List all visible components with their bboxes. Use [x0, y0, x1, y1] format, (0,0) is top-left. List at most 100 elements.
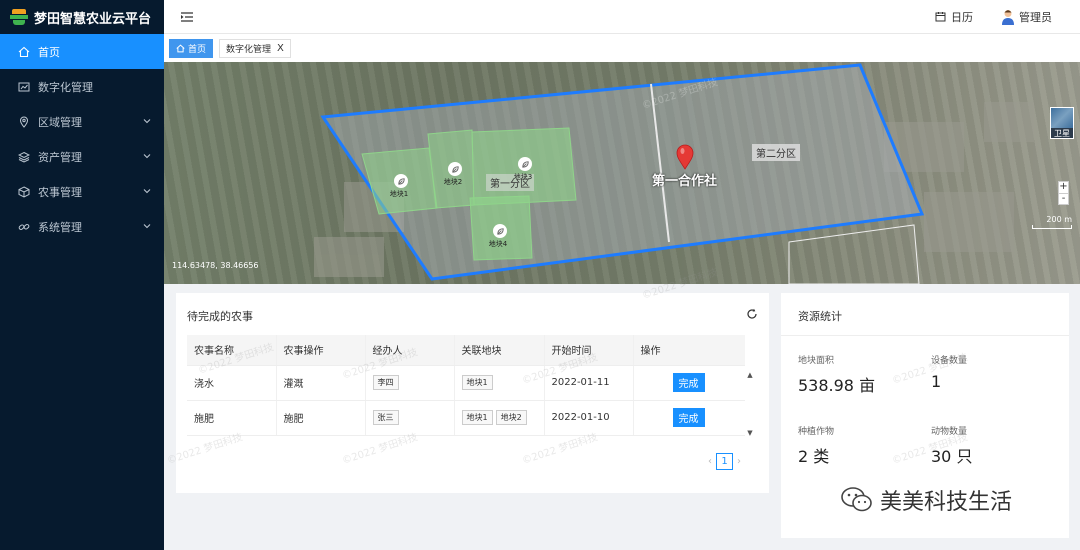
- logo-icon: [10, 8, 28, 26]
- task-op: 施肥: [275, 400, 365, 436]
- scale-label: 200 m: [1046, 215, 1072, 224]
- stat-value: 2 类: [798, 447, 830, 466]
- tasks-table: 农事名称 农事操作 经办人 关联地块 开始时间 操作 浇水 灌溉 李四 地块1 …: [187, 335, 745, 436]
- plot-marker[interactable]: 地块1: [390, 174, 412, 199]
- stat-value: 1: [931, 372, 942, 391]
- task-start: 2022-01-10: [543, 400, 633, 436]
- tasks-title: 待完成的农事: [187, 310, 253, 323]
- tab-home[interactable]: 首页: [169, 38, 214, 58]
- brand-text: 美美科技生活: [880, 490, 1013, 515]
- plot-label: 地块3: [513, 173, 533, 181]
- zoom-control: + -: [1058, 181, 1069, 205]
- stat-animals: 动物数量 30 只: [931, 424, 972, 467]
- top-header: 日历 管理员: [164, 0, 1080, 34]
- plot-label: 地块2: [443, 178, 463, 186]
- link-icon: [18, 221, 30, 233]
- task-name: 施肥: [187, 400, 276, 436]
- table-row: 浇水 灌溉 李四 地块1 2022-01-11 完成: [187, 365, 745, 401]
- zoom-in-button[interactable]: +: [1059, 182, 1068, 193]
- farm-map[interactable]: 第二分区 第一分区 地块1 地块2 地块3 地块4 第一合作社 卫星 + - 2…: [164, 62, 1080, 284]
- stat-crops: 种植作物 2 类: [798, 424, 834, 467]
- col-header: 操作: [632, 335, 745, 366]
- refresh-icon[interactable]: [746, 308, 758, 320]
- prev-page-icon[interactable]: ‹: [708, 456, 712, 467]
- stat-value: 538.98 亩: [798, 376, 876, 395]
- chevron-down-icon: [143, 154, 151, 159]
- chevron-down-icon: [143, 119, 151, 124]
- map-overlay: [314, 63, 1034, 284]
- sidebar-item-label: 系统管理: [38, 220, 82, 234]
- layers-icon: [18, 151, 30, 163]
- home-icon: [176, 43, 185, 52]
- stat-label: 地块面积: [798, 356, 835, 366]
- col-header: 开始时间: [543, 335, 633, 366]
- task-action-cell: 完成: [632, 365, 745, 401]
- plot-marker[interactable]: 地块3: [514, 157, 536, 182]
- table-header-row: 农事名称 农事操作 经办人 关联地块 开始时间 操作: [187, 335, 745, 366]
- plot-tag: 地块1: [461, 410, 493, 425]
- sidebar-item-system[interactable]: 系统管理: [0, 209, 164, 244]
- task-person-cell: 李四: [364, 365, 454, 401]
- wechat-icon: [841, 487, 872, 512]
- person-tag: 张三: [372, 410, 399, 425]
- scroll-up-icon[interactable]: ▲: [746, 371, 754, 379]
- task-start: 2022-01-11: [543, 365, 633, 401]
- calendar-link[interactable]: 日历: [935, 9, 973, 25]
- satellite-label: 卫星: [1054, 129, 1070, 138]
- plot-marker[interactable]: 地块4: [489, 224, 511, 249]
- menu-fold-icon[interactable]: [180, 10, 194, 24]
- location-icon: [18, 116, 30, 128]
- sidebar-item-farming[interactable]: 农事管理: [0, 174, 164, 209]
- col-header: 农事名称: [187, 335, 276, 366]
- stat-area: 地块面积 538.98 亩: [798, 353, 875, 396]
- app-logo[interactable]: 梦田智慧农业云平台: [0, 0, 164, 34]
- col-header: 关联地块: [453, 335, 544, 366]
- plot-tag: 地块2: [495, 410, 527, 425]
- sidebar-item-label: 首页: [38, 45, 60, 59]
- plot-marker[interactable]: 地块2: [444, 162, 466, 187]
- chevron-down-icon: [143, 189, 151, 194]
- plot-label: 地块1: [389, 190, 409, 198]
- table-row: 施肥 施肥 张三 地块1 地块2 2022-01-10 完成: [187, 400, 745, 436]
- stat-label: 动物数量: [931, 427, 968, 437]
- complete-button[interactable]: 完成: [672, 408, 705, 427]
- pending-tasks-card: 待完成的农事 农事名称 农事操作 经办人 关联地块 开始时间 操作 浇水 灌溉 …: [176, 293, 769, 493]
- app-title: 梦田智慧农业云平台: [34, 11, 152, 27]
- page-number[interactable]: 1: [716, 453, 733, 470]
- cube-icon: [18, 185, 30, 198]
- stat-label: 设备数量: [931, 356, 968, 366]
- sidebar-item-label: 资产管理: [38, 150, 82, 164]
- satellite-toggle[interactable]: 卫星: [1050, 107, 1074, 139]
- task-plots-cell: 地块1 地块2: [453, 400, 544, 436]
- sidebar-item-label: 区域管理: [38, 115, 82, 129]
- sidebar-item-home[interactable]: 首页: [0, 34, 164, 69]
- sidebar-item-digital[interactable]: 数字化管理: [0, 69, 164, 104]
- calendar-icon: [935, 12, 946, 22]
- task-action-cell: 完成: [632, 400, 745, 436]
- col-header: 经办人: [364, 335, 454, 366]
- tab-digital[interactable]: 数字化管理 X: [219, 38, 291, 58]
- user-menu[interactable]: 管理员: [1001, 9, 1052, 25]
- sidebar-item-assets[interactable]: 资产管理: [0, 139, 164, 174]
- leaf-icon: [394, 174, 408, 188]
- chevron-down-icon: [143, 224, 151, 229]
- complete-button[interactable]: 完成: [672, 373, 705, 392]
- close-icon[interactable]: X: [277, 43, 284, 54]
- map-pin-icon[interactable]: [676, 144, 694, 170]
- next-page-icon[interactable]: ›: [737, 456, 741, 467]
- user-name: 管理员: [1019, 10, 1052, 24]
- avatar-icon: [1002, 9, 1014, 25]
- sidebar-item-label: 数字化管理: [38, 80, 93, 94]
- table-scrollbar[interactable]: ▲ ▼: [746, 371, 754, 439]
- coop-label: 第一合作社: [652, 174, 718, 189]
- tab-label: 首页: [188, 44, 207, 55]
- task-person-cell: 张三: [364, 400, 454, 436]
- scroll-down-icon[interactable]: ▼: [746, 429, 754, 437]
- sidebar-item-region[interactable]: 区域管理: [0, 104, 164, 139]
- stats-title: 资源统计: [798, 310, 842, 323]
- home-icon: [18, 46, 30, 58]
- plot-tag: 地块1: [461, 375, 493, 390]
- pagination: ‹ 1 ›: [708, 453, 741, 470]
- map-coordinates: 114.63478, 38.46656: [172, 261, 259, 270]
- zoom-out-button[interactable]: -: [1059, 193, 1068, 204]
